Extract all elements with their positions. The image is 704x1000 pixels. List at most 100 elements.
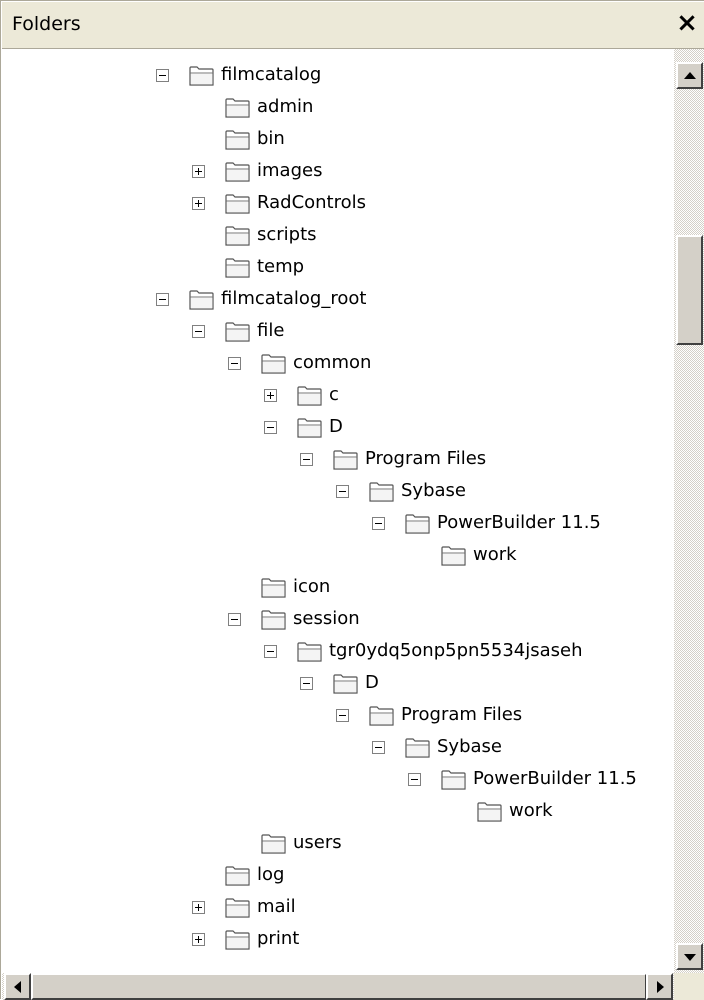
tree-item[interactable]: common — [2, 348, 674, 380]
tree-item[interactable]: temp — [2, 252, 674, 284]
tree-item[interactable]: log — [2, 860, 674, 892]
folder-icon — [225, 257, 251, 279]
minus-box-icon[interactable] — [264, 421, 277, 434]
tree-item[interactable]: work — [2, 796, 674, 828]
tree-item-label: log — [257, 864, 285, 885]
arrow-right-icon — [657, 981, 664, 993]
tree-item[interactable]: D — [2, 668, 674, 700]
tree-item[interactable]: D — [2, 412, 674, 444]
folders-pane: Folders × filmcatalog admin bin images RadCo… — [0, 0, 704, 1000]
tree-item-label: filmcatalog_root — [221, 288, 367, 309]
tree-item-label: icon — [293, 576, 331, 597]
tree-item-label: tgr0ydq5onp5pn5534jsaseh — [329, 640, 583, 661]
pane-title: Folders — [12, 13, 81, 35]
tree-item[interactable]: c — [2, 380, 674, 412]
tree-item-label: print — [257, 928, 300, 949]
minus-box-icon[interactable] — [408, 773, 421, 786]
minus-box-icon[interactable] — [156, 69, 169, 82]
minus-box-icon[interactable] — [372, 517, 385, 530]
tree-item-label: users — [293, 832, 342, 853]
folder-icon — [225, 865, 251, 887]
folder-icon — [405, 513, 431, 535]
minus-box-icon[interactable] — [228, 357, 241, 370]
folder-icon — [441, 769, 467, 791]
vertical-scrollbar[interactable] — [674, 49, 704, 973]
tree-item-label: scripts — [257, 224, 317, 245]
pane-header: Folders × — [2, 2, 704, 49]
minus-box-icon[interactable] — [372, 741, 385, 754]
folder-icon — [297, 385, 323, 407]
tree-item[interactable]: work — [2, 540, 674, 572]
tree-item-label: work — [473, 544, 517, 565]
tree-item[interactable]: Sybase — [2, 476, 674, 508]
tree-item-label: session — [293, 608, 360, 629]
tree-item[interactable]: bin — [2, 124, 674, 156]
minus-box-icon[interactable] — [228, 613, 241, 626]
tree-item[interactable]: filmcatalog_root — [2, 284, 674, 316]
tree-item-label: bin — [257, 128, 285, 149]
vertical-scroll-thumb[interactable] — [676, 235, 703, 345]
tree-item-label: D — [365, 672, 379, 693]
folder-tree: filmcatalog admin bin images RadControls scri… — [2, 49, 674, 973]
tree-item-label: Sybase — [401, 480, 466, 501]
minus-box-icon[interactable] — [300, 677, 313, 690]
folder-icon — [369, 481, 395, 503]
folder-icon — [225, 321, 251, 343]
horizontal-scrollbar[interactable] — [2, 973, 674, 1000]
minus-box-icon[interactable] — [192, 325, 205, 338]
tree-item[interactable]: PowerBuilder 11.5 — [2, 764, 674, 796]
tree-item-label: Program Files — [365, 448, 487, 469]
tree-item-label: images — [257, 160, 323, 181]
tree-item-label: work — [509, 800, 553, 821]
tree-item[interactable]: Program Files — [2, 700, 674, 732]
folder-icon — [261, 353, 287, 375]
scrollbar-corner — [674, 973, 704, 1000]
plus-box-icon[interactable] — [264, 389, 277, 402]
close-icon[interactable]: × — [674, 10, 700, 37]
tree-item[interactable]: print — [2, 924, 674, 956]
folder-icon — [297, 641, 323, 663]
tree-item-label: Sybase — [437, 736, 502, 757]
tree-item-label: file — [257, 320, 285, 341]
tree-item-label: Program Files — [401, 704, 523, 725]
tree-item-label: temp — [257, 256, 305, 277]
tree-item[interactable]: file — [2, 316, 674, 348]
arrow-left-icon — [14, 981, 21, 993]
folder-icon — [261, 833, 287, 855]
minus-box-icon[interactable] — [264, 645, 277, 658]
scroll-left-button[interactable] — [4, 973, 31, 1000]
plus-box-icon[interactable] — [192, 901, 205, 914]
tree-item-label: PowerBuilder 11.5 — [437, 512, 601, 533]
horizontal-scroll-thumb[interactable] — [31, 973, 647, 1000]
plus-box-icon[interactable] — [192, 197, 205, 210]
scroll-up-button[interactable] — [676, 62, 703, 89]
tree-item[interactable]: images — [2, 156, 674, 188]
scroll-down-button[interactable] — [676, 943, 703, 970]
tree-item[interactable]: icon — [2, 572, 674, 604]
tree-item[interactable]: users — [2, 828, 674, 860]
tree-item[interactable]: session — [2, 604, 674, 636]
plus-box-icon[interactable] — [192, 933, 205, 946]
tree-item-label: PowerBuilder 11.5 — [473, 768, 637, 789]
tree-item[interactable]: admin — [2, 92, 674, 124]
folder-icon — [369, 705, 395, 727]
minus-box-icon[interactable] — [336, 485, 349, 498]
tree-item-label: common — [293, 352, 372, 373]
plus-box-icon[interactable] — [192, 165, 205, 178]
tree-item-label: D — [329, 416, 343, 437]
minus-box-icon[interactable] — [300, 453, 313, 466]
tree-item[interactable]: Program Files — [2, 444, 674, 476]
minus-box-icon[interactable] — [156, 293, 169, 306]
scroll-right-button[interactable] — [646, 973, 673, 1000]
tree-item[interactable]: PowerBuilder 11.5 — [2, 508, 674, 540]
tree-item[interactable]: scripts — [2, 220, 674, 252]
minus-box-icon[interactable] — [336, 709, 349, 722]
tree-item[interactable]: tgr0ydq5onp5pn5534jsaseh — [2, 636, 674, 668]
tree-item[interactable]: filmcatalog — [2, 60, 674, 92]
tree-item[interactable]: mail — [2, 892, 674, 924]
tree-item[interactable]: Sybase — [2, 732, 674, 764]
tree-item-label: admin — [257, 96, 314, 117]
folder-icon — [405, 737, 431, 759]
folder-icon — [225, 193, 251, 215]
tree-item[interactable]: RadControls — [2, 188, 674, 220]
